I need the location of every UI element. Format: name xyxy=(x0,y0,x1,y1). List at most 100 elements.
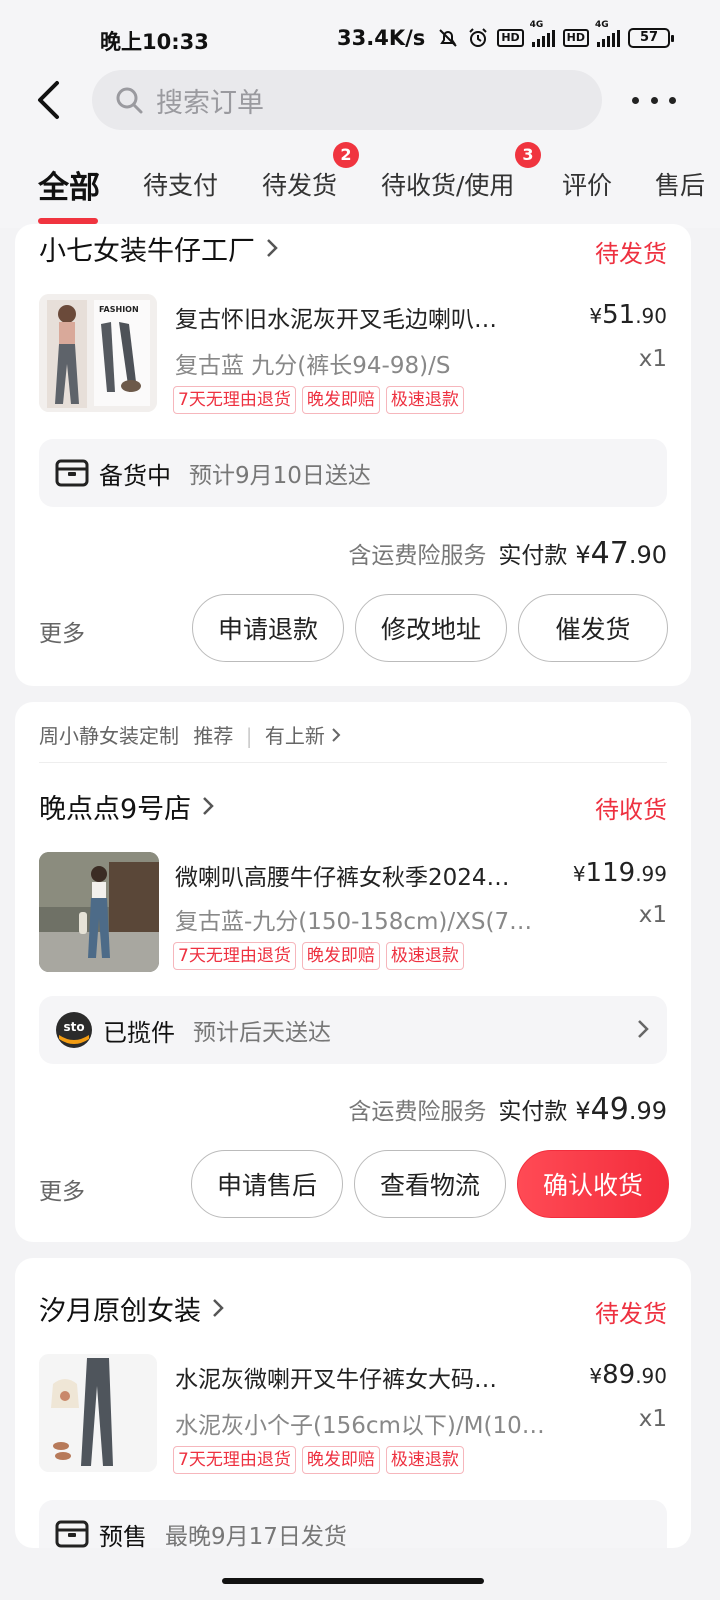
status-time: 晚上10:33 xyxy=(100,30,209,54)
recommendation-row[interactable]: 周小静女装定制 推荐 | 有上新 xyxy=(39,720,341,749)
chevron-right-icon xyxy=(265,237,279,259)
confirm-receipt-button[interactable]: 确认收货 xyxy=(517,1150,669,1218)
dot-icon xyxy=(650,96,658,104)
logistics-bar[interactable]: 备货中 预计9月10日送达 xyxy=(39,439,667,507)
urge-shipment-button[interactable]: 催发货 xyxy=(518,594,668,662)
shop-name: 小七女装牛仔工厂 xyxy=(39,235,255,267)
tab-review[interactable]: 评价 xyxy=(562,166,612,202)
total-int: 49 xyxy=(590,1092,629,1127)
service-tag: 极速退款 xyxy=(385,942,464,970)
total-symbol: ¥ xyxy=(575,541,591,569)
service-tag: 7天无理由退货 xyxy=(173,386,296,414)
change-address-button[interactable]: 修改地址 xyxy=(355,594,507,662)
product-image[interactable] xyxy=(39,1354,157,1472)
sto-express-icon: sto xyxy=(56,1012,92,1048)
service-tag: 晚发即赔 xyxy=(301,386,380,414)
order-status: 待收货 xyxy=(595,796,667,824)
service-tags: 7天无理由退货 晚发即赔 极速退款 xyxy=(173,1446,464,1474)
product-title[interactable]: 微喇叭高腰牛仔裤女秋季2024… xyxy=(175,858,555,892)
product-qty: x1 xyxy=(638,902,667,928)
divider xyxy=(39,762,667,763)
chevron-right-icon xyxy=(211,1297,225,1319)
logistics-bar[interactable]: sto 已揽件 预计后天送达 xyxy=(39,996,667,1064)
product-price: ¥89.90 xyxy=(589,1360,667,1390)
logistics-eta: 预计后天送达 xyxy=(193,1020,331,1046)
product-spec: 复古蓝 九分(裤长94-98)/S xyxy=(175,353,451,379)
product-image[interactable] xyxy=(39,852,159,972)
shop-link[interactable]: 晚点点9号店 xyxy=(39,786,215,826)
box-icon xyxy=(55,1520,89,1548)
tab-after-sale[interactable]: 售后 xyxy=(655,166,705,202)
chevron-right-icon xyxy=(332,728,341,742)
product-title[interactable]: 复古怀旧水泥灰开叉毛边喇叭… xyxy=(175,300,555,334)
total-note: 含运费险服务 xyxy=(348,543,487,569)
logistics-bar[interactable]: 预售 最晚9月17日发货 xyxy=(39,1500,667,1548)
tab-badge-pending-shipment: 2 xyxy=(333,142,359,168)
total-note: 含运费险服务 xyxy=(348,1099,487,1125)
service-tags: 7天无理由退货 晚发即赔 极速退款 xyxy=(173,386,464,414)
status-bar: 晚上10:33 33.4K/s HD 4G HD 4G 57 xyxy=(0,0,720,64)
shop-link[interactable]: 汐月原创女装 xyxy=(39,1288,225,1328)
product-qty: x1 xyxy=(638,1406,667,1432)
price-symbol: ¥ xyxy=(589,1364,603,1388)
shop-name: 晚点点9号店 xyxy=(39,793,192,825)
sto-logo-text: sto xyxy=(63,1020,84,1034)
more-options-button[interactable] xyxy=(632,82,676,118)
chevron-left-icon xyxy=(38,81,59,119)
price-dec: .90 xyxy=(635,1364,667,1388)
price-dec: .99 xyxy=(635,862,667,886)
product-spec: 水泥灰小个子(156cm以下)/M(10… xyxy=(175,1413,545,1439)
total-dec: .99 xyxy=(628,1097,667,1125)
service-tag: 极速退款 xyxy=(385,386,464,414)
service-tag: 晚发即赔 xyxy=(301,1446,380,1474)
logistics-eta: 最晚9月17日发货 xyxy=(165,1524,347,1548)
product-title[interactable]: 水泥灰微喇开叉牛仔裤女大码… xyxy=(175,1360,545,1394)
service-tag: 7天无理由退货 xyxy=(173,1446,296,1474)
tab-pending-payment[interactable]: 待支付 xyxy=(143,166,218,202)
tab-pending-receipt[interactable]: 待收货/使用 xyxy=(381,166,514,202)
order-tabs: 全部 待支付 待发货 2 待收货/使用 3 评价 售后 xyxy=(0,136,720,228)
order-total: 含运费险服务 实付款 ¥ 49 .99 xyxy=(348,1092,667,1127)
price-int: 89 xyxy=(602,1360,636,1390)
shop-link[interactable]: 小七女装牛仔工厂 xyxy=(39,228,279,268)
product-price: ¥51.90 xyxy=(589,300,667,330)
price-int: 119 xyxy=(585,858,636,888)
view-logistics-button[interactable]: 查看物流 xyxy=(354,1150,506,1218)
order-card: 小七女装牛仔工厂 待发货 FASHION 复古怀旧水泥灰开叉毛边喇叭… ¥51.… xyxy=(15,224,691,686)
request-after-sale-button[interactable]: 申请售后 xyxy=(191,1150,343,1218)
logistics-eta: 预计9月10日送达 xyxy=(189,463,371,489)
tab-badge-pending-receipt: 3 xyxy=(515,142,541,168)
order-total: 含运费险服务 实付款 ¥ 47 .90 xyxy=(348,536,667,571)
recommend-tag: 推荐 xyxy=(193,724,234,748)
dot-icon xyxy=(669,96,676,104)
more-link[interactable]: 更多 xyxy=(39,614,85,648)
product-spec: 复古蓝-九分(150-158cm)/XS(7… xyxy=(175,909,533,935)
chevron-right-icon xyxy=(201,795,215,817)
service-tag: 极速退款 xyxy=(385,1446,464,1474)
status-icons: 33.4K/s HD 4G HD 4G 57 xyxy=(337,20,674,50)
order-status: 待发货 xyxy=(595,1300,667,1328)
request-refund-button[interactable]: 申请退款 xyxy=(192,594,344,662)
order-card: 周小静女装定制 推荐 | 有上新 晚点点9号店 待收货 微喇叭高腰牛仔裤女秋季2… xyxy=(15,702,691,1242)
battery-icon: 57 xyxy=(628,28,674,48)
recommend-link: 有上新 xyxy=(264,724,325,748)
product-image[interactable]: FASHION xyxy=(39,294,157,412)
recommend-shop: 周小静女装定制 xyxy=(39,724,179,748)
dot-icon xyxy=(632,96,639,104)
tab-pending-shipment[interactable]: 待发货 xyxy=(262,166,337,202)
total-int: 47 xyxy=(590,536,629,571)
tab-all[interactable]: 全部 xyxy=(38,162,100,207)
thumb-fashion-text: FASHION xyxy=(99,305,139,314)
search-input[interactable]: 搜索订单 xyxy=(92,70,602,130)
total-dec: .90 xyxy=(628,541,667,569)
price-int: 51 xyxy=(602,300,636,330)
price-symbol: ¥ xyxy=(589,304,603,328)
home-indicator[interactable] xyxy=(222,1578,484,1584)
product-price: ¥119.99 xyxy=(573,858,667,888)
search-placeholder: 搜索订单 xyxy=(156,87,264,119)
chevron-right-icon xyxy=(637,1018,649,1044)
hd-icon-2: HD xyxy=(562,29,589,47)
network-speed: 33.4K/s xyxy=(337,26,426,50)
more-link[interactable]: 更多 xyxy=(39,1172,85,1206)
back-button[interactable] xyxy=(28,78,68,122)
